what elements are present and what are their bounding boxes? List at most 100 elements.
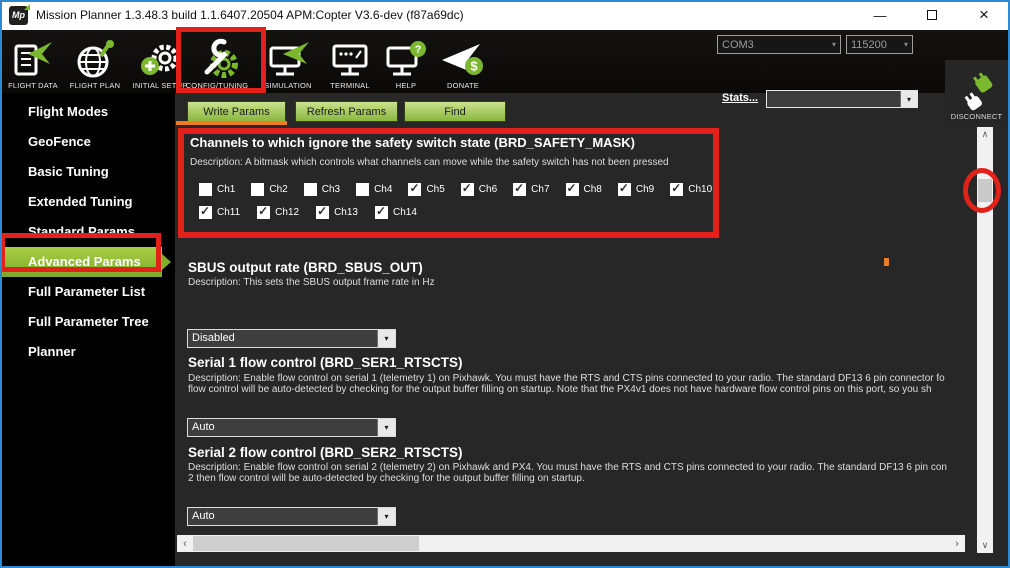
serial1-description-line2: flow control will be auto-detected by ch… (188, 384, 932, 395)
chevron-down-icon: ▾ (377, 508, 395, 525)
mission-planner-window: Mp Mission Planner 1.3.48.3 build 1.1.64… (0, 0, 1010, 568)
sidebar-item-planner[interactable]: Planner (0, 337, 175, 367)
checkbox-ch9[interactable]: ✓Ch9 (618, 183, 654, 196)
titlebar: Mp Mission Planner 1.3.48.3 build 1.1.64… (0, 0, 1010, 30)
sidebar-item-full-parameter-tree[interactable]: Full Parameter Tree (0, 307, 175, 337)
tab-flight-data[interactable]: FLIGHT DATA (2, 32, 64, 92)
vertical-scrollbar[interactable]: ∧ ∨ (977, 127, 993, 553)
tab-donate[interactable]: $ DONATE (434, 32, 492, 92)
checkbox-ch1[interactable]: ✓Ch1 (199, 183, 235, 196)
channel-checkbox-row-1: ✓Ch1 ✓Ch2 ✓Ch3 ✓Ch4 ✓Ch5 ✓Ch6 ✓Ch7 ✓Ch8 … (199, 183, 728, 196)
write-params-button[interactable]: Write Params (187, 101, 286, 122)
checkbox-icon: ✓ (566, 183, 579, 196)
refresh-params-button[interactable]: Refresh Params (295, 101, 398, 122)
scroll-left-arrow[interactable]: ‹ (177, 535, 193, 552)
checkbox-icon: ✓ (408, 183, 421, 196)
checkbox-ch12[interactable]: ✓Ch12 (257, 206, 299, 219)
checkbox-ch2[interactable]: ✓Ch2 (251, 183, 287, 196)
tab-label: SIMULATION (264, 81, 311, 92)
tab-label: DONATE (447, 81, 479, 92)
maximize-icon (927, 10, 937, 20)
help-icon: ? (384, 40, 428, 80)
checkbox-ch14[interactable]: ✓Ch14 (375, 206, 417, 219)
config-tuning-icon (194, 38, 240, 80)
maximize-button[interactable] (906, 0, 958, 30)
sidebar-item-geofence[interactable]: GeoFence (0, 127, 175, 157)
flight-plan-icon (75, 40, 115, 80)
checkbox-ch4[interactable]: ✓Ch4 (356, 183, 392, 196)
checkbox-icon: ✓ (618, 183, 631, 196)
checkbox-ch11[interactable]: ✓Ch11 (199, 206, 240, 219)
stats-link[interactable]: Stats... (722, 92, 758, 104)
sbus-output-rate-select[interactable]: Disabled ▾ (187, 329, 396, 348)
channels-section-title: Channels to which ignore the safety swit… (190, 135, 635, 150)
initial-setup-icon (138, 40, 182, 80)
close-button[interactable]: × (958, 0, 1010, 30)
window-title: Mission Planner 1.3.48.3 build 1.1.6407.… (36, 8, 464, 22)
checkbox-icon: ✓ (251, 183, 264, 196)
disconnect-label: DISCONNECT (951, 112, 1003, 123)
com-port-value: COM3 (722, 39, 754, 51)
sbus-output-rate-value: Disabled (192, 332, 235, 344)
cursor-artifact (884, 258, 889, 266)
checkbox-ch3[interactable]: ✓Ch3 (304, 183, 340, 196)
scroll-down-arrow[interactable]: ∨ (977, 538, 993, 553)
horizontal-scrollbar-thumb[interactable] (193, 536, 419, 551)
checkbox-ch10[interactable]: ✓Ch10 (670, 183, 712, 196)
checkbox-ch13[interactable]: ✓Ch13 (316, 206, 358, 219)
disconnect-plug-icon (955, 70, 999, 112)
serial1-section-title: Serial 1 flow control (BRD_SER1_RTSCTS) (188, 355, 463, 370)
tab-label: CONFIG/TUNING (186, 81, 249, 92)
chevron-down-icon: ▾ (832, 40, 836, 49)
tab-config-tuning[interactable]: CONFIG/TUNING (182, 32, 252, 92)
close-icon: × (979, 10, 989, 20)
serial2-flow-control-value: Auto (192, 510, 215, 522)
simulation-icon (265, 40, 311, 80)
chevron-down-icon: ▾ (900, 91, 917, 107)
checkbox-ch5[interactable]: ✓Ch5 (408, 183, 444, 196)
serial2-flow-control-select[interactable]: Auto ▾ (187, 507, 396, 526)
horizontal-scrollbar[interactable]: ‹ › (177, 535, 965, 552)
serial1-flow-control-select[interactable]: Auto ▾ (187, 418, 396, 437)
tab-flight-plan[interactable]: FLIGHT PLAN (64, 32, 126, 92)
main-toolbar: FLIGHT DATA FLIGHT PLAN INITIA (0, 30, 1010, 93)
checkbox-ch7[interactable]: ✓Ch7 (513, 183, 549, 196)
svg-text:$: $ (470, 59, 478, 74)
sbus-section-title: SBUS output rate (BRD_SBUS_OUT) (188, 260, 423, 275)
scroll-up-arrow[interactable]: ∧ (977, 127, 993, 142)
disconnect-button[interactable]: DISCONNECT (945, 60, 1008, 123)
serial2-description-line2: 2 then flow control will be auto-detecte… (188, 473, 585, 484)
scroll-right-arrow[interactable]: › (949, 535, 965, 552)
tab-label: FLIGHT PLAN (70, 81, 120, 92)
sidebar-item-full-parameter-list[interactable]: Full Parameter List (0, 277, 175, 307)
checkbox-icon: ✓ (670, 183, 683, 196)
sidebar-item-flight-modes[interactable]: Flight Modes (0, 97, 175, 127)
stats-combo[interactable]: ▾ (766, 90, 918, 108)
minimize-icon: — (874, 8, 887, 23)
checkbox-icon: ✓ (461, 183, 474, 196)
tab-terminal[interactable]: TERMINAL (322, 32, 378, 92)
find-button[interactable]: Find (404, 101, 506, 122)
sidebar-item-advanced-params[interactable]: Advanced Params (0, 247, 162, 277)
chevron-down-icon: ▾ (377, 330, 395, 347)
serial2-section-title: Serial 2 flow control (BRD_SER2_RTSCTS) (188, 445, 463, 460)
checkbox-icon: ✓ (316, 206, 329, 219)
sidebar-item-extended-tuning[interactable]: Extended Tuning (0, 187, 175, 217)
tab-label: FLIGHT DATA (8, 81, 58, 92)
vertical-scrollbar-thumb[interactable] (978, 179, 992, 202)
tab-simulation[interactable]: SIMULATION (256, 32, 320, 92)
sidebar-item-basic-tuning[interactable]: Basic Tuning (0, 157, 175, 187)
checkbox-ch6[interactable]: ✓Ch6 (461, 183, 497, 196)
channel-checkbox-row-2: ✓Ch11 ✓Ch12 ✓Ch13 ✓Ch14 (199, 206, 434, 219)
checkbox-icon: ✓ (304, 183, 317, 196)
sidebar-item-standard-params[interactable]: Standard Params (0, 217, 175, 247)
sbus-section-description: Description: This sets the SBUS output f… (188, 277, 435, 288)
donate-icon: $ (440, 40, 486, 80)
baud-rate-select[interactable]: 115200 ▾ (846, 35, 913, 54)
checkbox-icon: ✓ (375, 206, 388, 219)
com-port-select[interactable]: COM3 ▾ (717, 35, 841, 54)
tab-help[interactable]: ? HELP (380, 32, 432, 92)
checkbox-ch8[interactable]: ✓Ch8 (566, 183, 602, 196)
minimize-button[interactable]: — (854, 0, 906, 30)
tab-label: HELP (396, 81, 416, 92)
